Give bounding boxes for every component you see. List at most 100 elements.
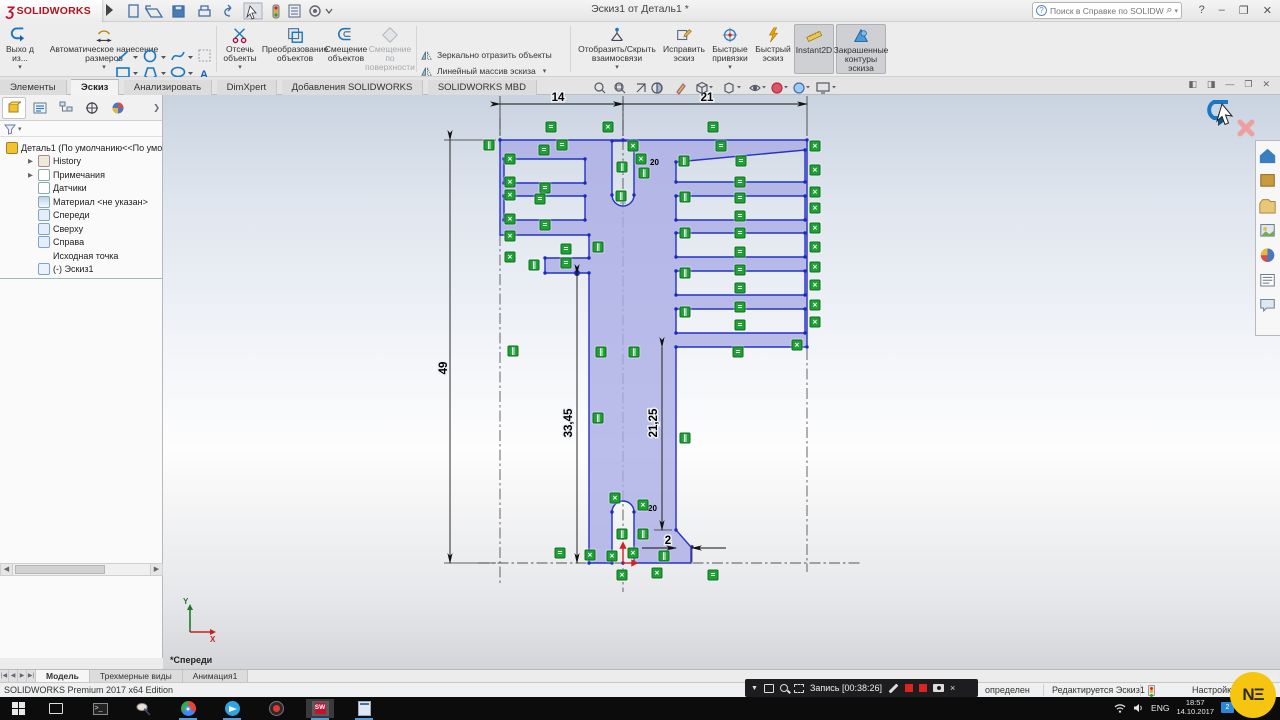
tree-item[interactable]: Справа [0,236,162,250]
constraint-icon[interactable]: = [735,177,746,188]
tree-item[interactable]: Исходная точка [0,249,162,263]
constraint-icon[interactable]: × [585,550,596,561]
tab-dimxpertmanager[interactable] [80,97,104,119]
expand-twisty-icon[interactable]: ▶ [28,157,38,165]
scroll-left-arrow[interactable]: ◀ [1,564,13,575]
model-tab[interactable]: Модель [36,670,90,682]
constraint-icon[interactable]: × [636,154,647,165]
taskbar-telegram[interactable] [218,699,246,718]
constraint-icon[interactable]: × [810,223,821,234]
constraint-icon[interactable]: ∥ [484,140,495,151]
panel-expand-arrow[interactable]: ❯ [153,103,160,112]
tab-featuremanager[interactable] [2,97,26,119]
constraint-icon[interactable]: = [561,244,572,255]
task-pane-tabs[interactable] [1255,140,1280,336]
tree-item[interactable]: ▶ History [0,155,162,169]
recorder-draw-icon[interactable] [889,683,899,693]
constraint-icon[interactable]: = [735,283,746,294]
convert-entities-button[interactable]: Преобразование объектов [264,24,326,74]
constraint-icon[interactable]: = [735,302,746,313]
tree-item[interactable]: Материал <не указан> [0,195,162,209]
tab-configurationmanager[interactable] [54,97,78,119]
tree-item[interactable]: Сверху [0,222,162,236]
rapid-sketch-button[interactable]: Быстрый эскиз [754,24,792,74]
constraint-icon[interactable]: = [539,145,550,156]
taskbar-recorder[interactable] [262,699,290,718]
constraint-icon[interactable]: × [607,551,618,562]
tab-displaymanager[interactable] [106,97,130,119]
constraint-icon[interactable]: × [810,262,821,273]
constraint-icon[interactable]: ∥ [529,260,540,271]
constraint-icon[interactable]: × [810,141,821,152]
constraint-icon[interactable]: ∥ [596,347,607,358]
shaded-sketch-contours-button[interactable]: Закрашенные контуры эскиза [836,24,886,74]
doc-restore-icon[interactable]: ❐ [1244,79,1252,90]
constraint-icon[interactable]: ∥ [629,347,640,358]
search-icon[interactable]: ⌕ [1166,4,1172,17]
constraint-icon[interactable]: = [555,548,566,559]
tab-last-icon[interactable]: ▶| [27,670,36,682]
constraint-icon[interactable]: ∥ [593,413,604,424]
recorder-zoom-icon[interactable] [780,684,788,692]
constraint-icon[interactable]: ∥ [680,307,691,318]
constraint-icon[interactable]: × [505,154,516,165]
constraint-icon[interactable]: = [561,258,572,269]
constraint-icon[interactable]: ∥ [508,346,519,357]
scroll-right-arrow[interactable]: ▶ [150,564,162,575]
task-view-button[interactable] [42,699,70,718]
constraint-icon[interactable]: ∥ [680,192,691,203]
instant2d-button[interactable]: Instant2D [794,24,834,74]
constraint-icon[interactable]: × [505,231,516,242]
recorder-pause-button[interactable] [905,684,913,692]
tree-filter[interactable]: ▾ [0,121,162,137]
taskbar-app[interactable] [130,699,158,718]
confirmation-corner[interactable] [1200,96,1270,148]
constraint-icon[interactable]: ∥ [659,551,670,562]
panel-horizontal-scrollbar[interactable]: ◀ ▶ [0,563,163,576]
recorder-dropdown-icon[interactable]: ▼ [751,685,758,692]
trim-entities-button[interactable]: Отсечь объекты [218,24,262,74]
constraint-icon[interactable]: × [603,122,614,133]
constraint-icon[interactable]: ∥ [593,242,604,253]
constraint-icon[interactable]: ∥ [617,529,628,540]
constraint-icon[interactable]: × [628,141,639,152]
tab-next-icon[interactable]: ▶ [18,670,27,682]
constraint-icon[interactable]: ∥ [680,268,691,279]
constraint-icon[interactable]: × [628,548,639,559]
ribbon-row-button[interactable]: Зеркально отразить объекты [420,47,568,63]
exit-sketch-button[interactable]: Выхо д из... [2,24,38,74]
constraint-icon[interactable]: ∥ [638,529,649,540]
expand-twisty-icon[interactable]: ▶ [28,171,38,179]
constraint-icon[interactable]: × [652,568,663,579]
constraint-icon[interactable]: = [708,122,719,133]
constraint-icon[interactable]: × [792,340,803,351]
constraint-icon[interactable]: ∥ [680,433,691,444]
constraint-icon[interactable]: × [810,242,821,253]
doc-minimize-icon[interactable]: — [1225,79,1234,90]
constraint-icon[interactable]: = [708,570,719,581]
constraint-icon[interactable]: = [557,140,568,151]
constraint-icon[interactable]: × [505,252,516,263]
constraint-icon[interactable]: = [735,247,746,258]
constraint-icon[interactable]: = [540,220,551,231]
constraint-icon[interactable]: × [810,187,821,198]
heads-up-toolbar[interactable] [592,80,852,97]
constraint-icon[interactable]: ∥ [639,168,650,179]
constraint-icon[interactable]: = [716,141,727,152]
constraint-icon[interactable]: = [735,228,746,239]
model-tab[interactable]: Анимация1 [183,670,249,682]
constraint-icon[interactable]: = [546,122,557,133]
recorder-stop-button[interactable] [919,684,927,692]
tree-item[interactable]: (-) Эскиз1 [0,263,162,277]
doc-prev-icon[interactable]: ◧ [1188,79,1197,90]
constraint-icon[interactable]: = [535,194,546,205]
constraint-icon[interactable]: = [735,320,746,331]
tree-item[interactable]: Датчики [0,182,162,196]
rollback-bar[interactable] [0,278,162,279]
constraint-icon[interactable]: ∥ [680,228,691,239]
recorder-window-icon[interactable] [764,684,774,693]
wifi-icon[interactable] [1114,703,1126,713]
taskbar-chrome[interactable] [174,699,202,718]
taskbar-calculator[interactable] [350,699,378,718]
search-dropdown-caret[interactable]: ▾ [1174,7,1178,15]
